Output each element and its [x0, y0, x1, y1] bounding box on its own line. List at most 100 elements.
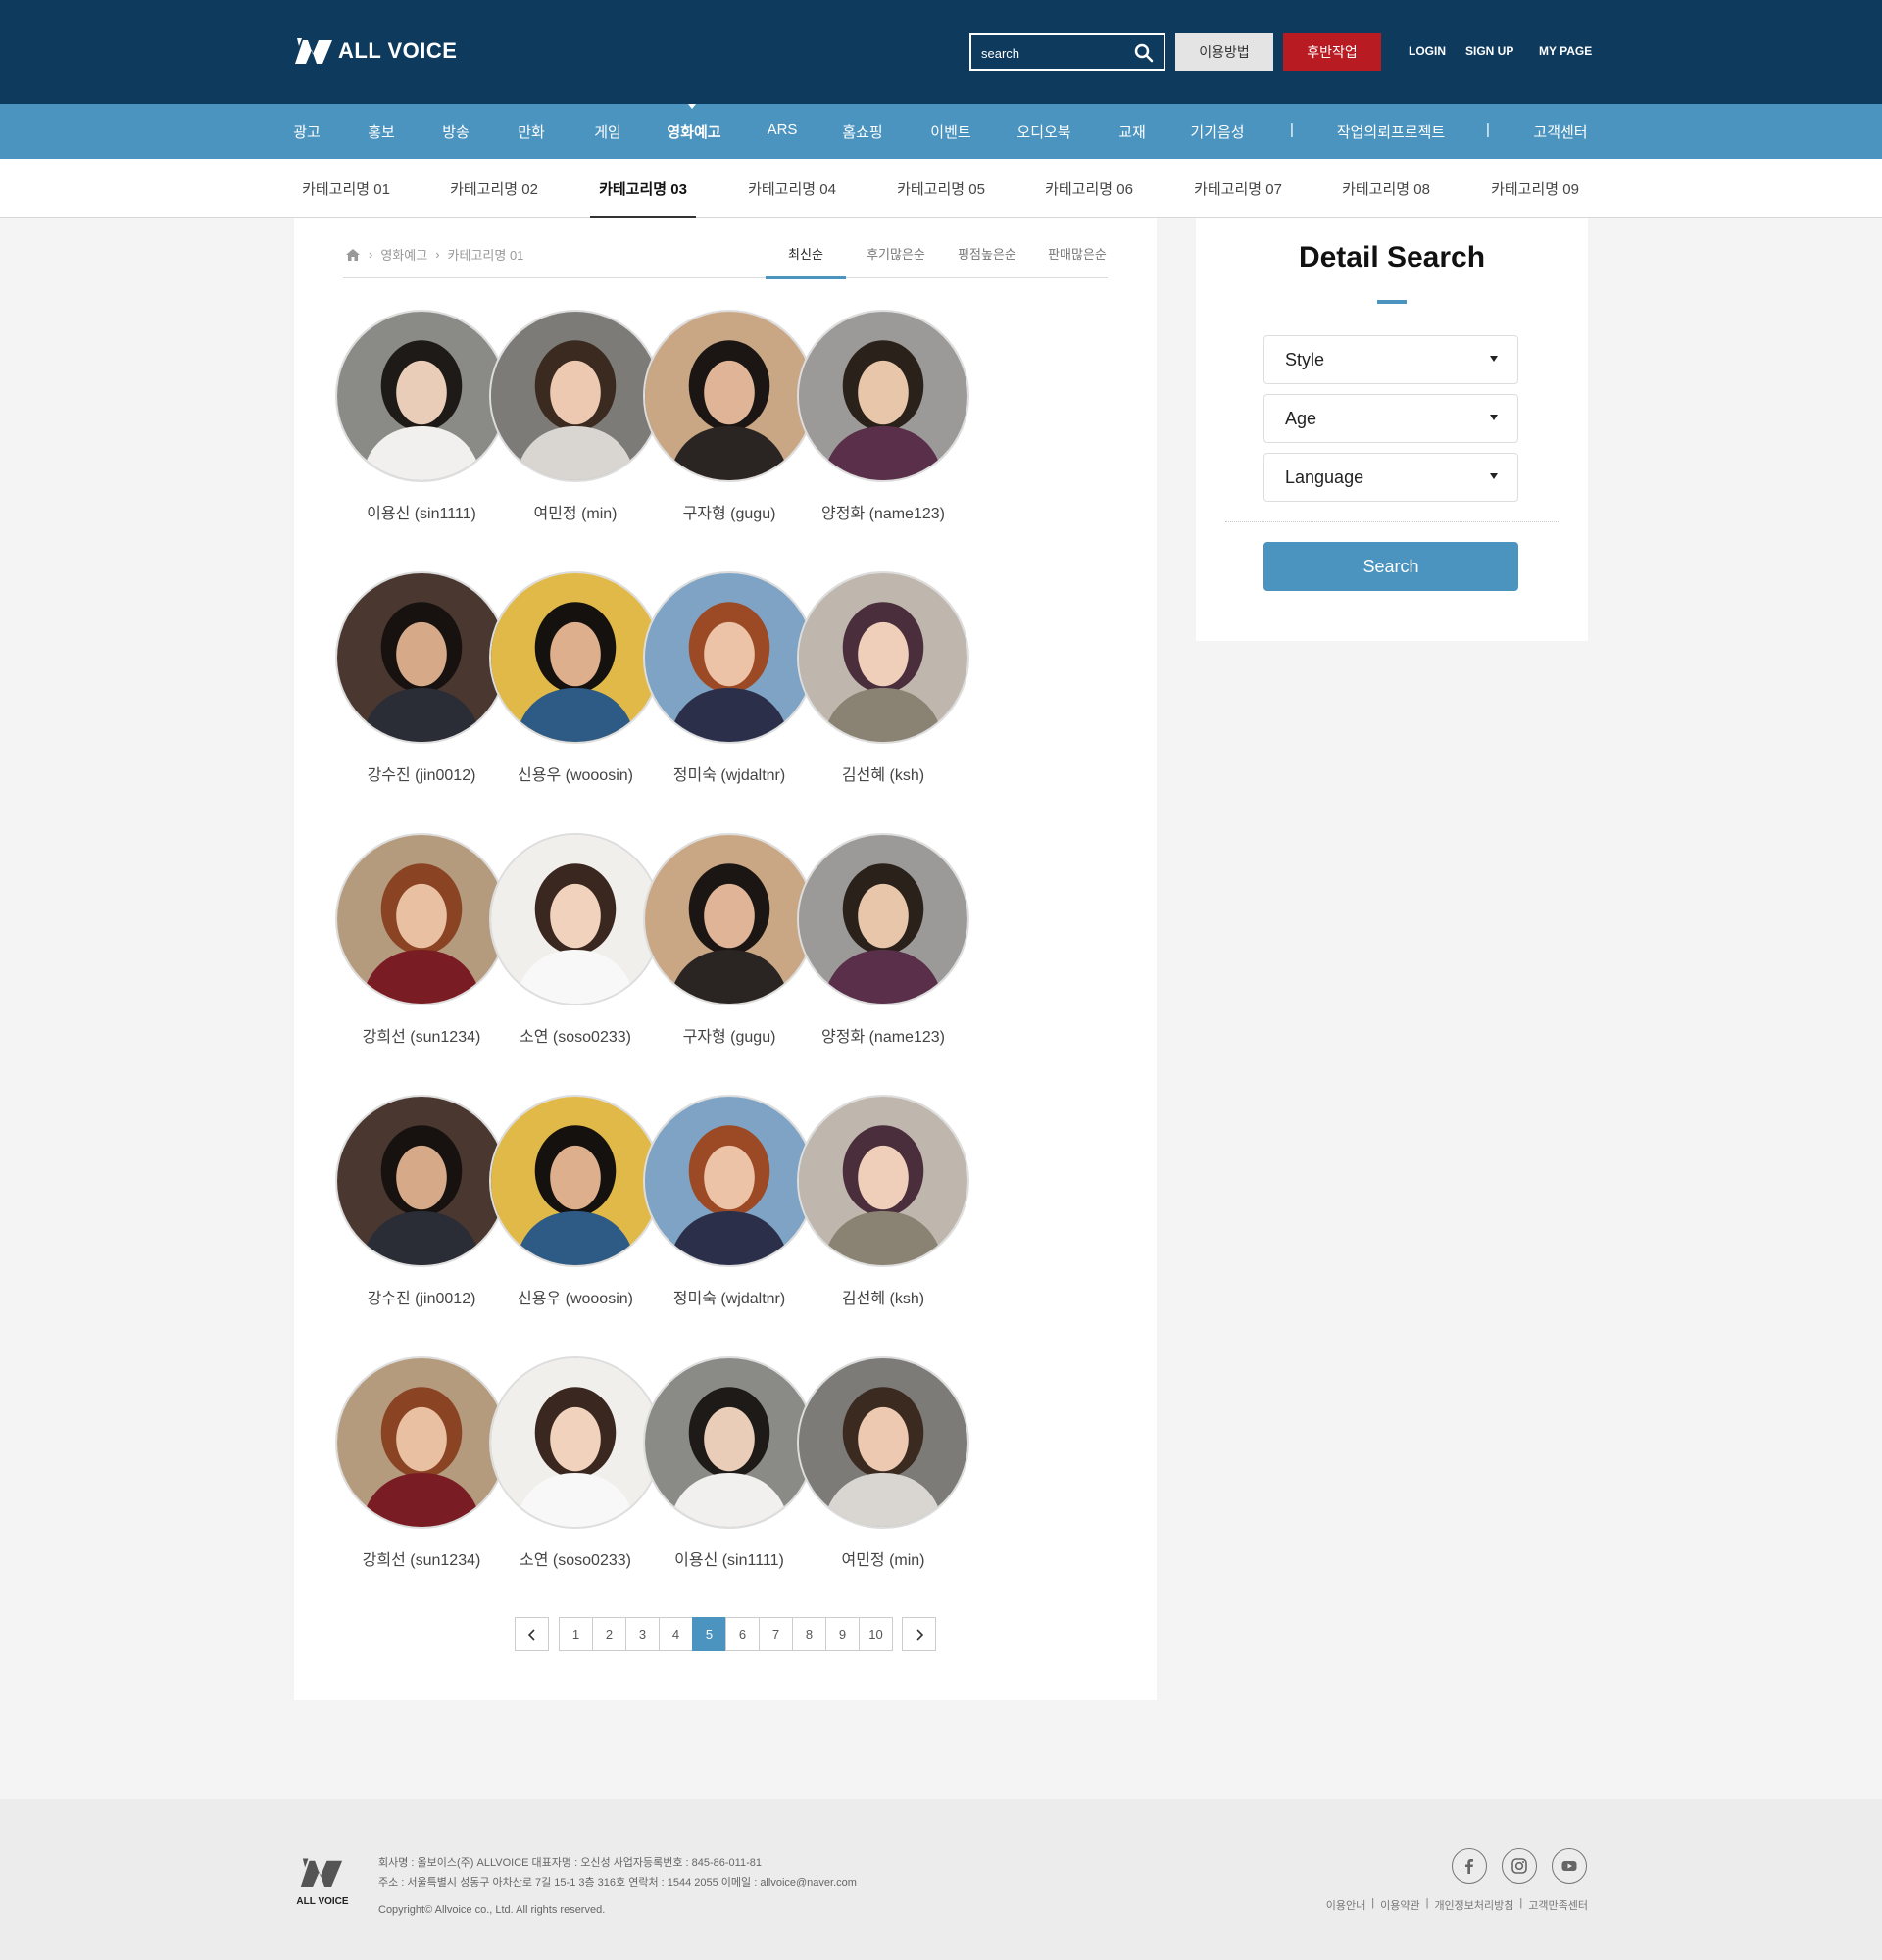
subnav-item-05[interactable]: 카테고리명 05 [897, 178, 985, 199]
voice-avatar[interactable] [335, 571, 508, 744]
voice-card[interactable]: 구자형 (gugu) [641, 310, 817, 523]
voice-avatar[interactable] [335, 310, 508, 482]
nav-item-promo[interactable]: 홍보 [368, 122, 395, 142]
nav-item-audiobook[interactable]: 오디오북 [1016, 122, 1070, 142]
voice-name[interactable]: 강희선 (sun1234) [333, 1546, 510, 1570]
page-button[interactable]: 2 [592, 1617, 626, 1651]
voice-card[interactable]: 이용신 (sin1111) [641, 1356, 817, 1570]
voice-card[interactable]: 강희선 (sun1234) [333, 833, 510, 1047]
page-button[interactable]: 6 [725, 1617, 760, 1651]
nav-item-ad[interactable]: 광고 [293, 122, 321, 142]
breadcrumb-level1[interactable]: 영화예고 [380, 245, 427, 264]
language-select[interactable]: Language [1263, 453, 1518, 502]
voice-name[interactable]: 소연 (soso0233) [487, 1546, 664, 1570]
voice-card[interactable]: 정미숙 (wjdaltnr) [641, 1095, 817, 1308]
nav-item-homeshopping[interactable]: 홈쇼핑 [842, 122, 882, 142]
breadcrumb-level2[interactable]: 카테고리명 01 [448, 245, 524, 264]
nav-item-device-voice[interactable]: 기기음성 [1190, 122, 1244, 142]
footer-link-privacy[interactable]: 개인정보처리방침 [1434, 1897, 1513, 1913]
voice-avatar[interactable] [797, 571, 969, 744]
sort-most-reviews[interactable]: 후기많은순 [867, 244, 925, 263]
nav-item-ars[interactable]: ARS [768, 122, 798, 138]
page-button[interactable]: 5 [692, 1617, 726, 1651]
prev-page-button[interactable] [515, 1617, 549, 1651]
voice-card[interactable]: 정미숙 (wjdaltnr) [641, 571, 817, 785]
page-button[interactable]: 4 [659, 1617, 693, 1651]
voice-avatar[interactable] [643, 1356, 816, 1529]
voice-avatar[interactable] [489, 833, 662, 1005]
nav-item-event[interactable]: 이벤트 [930, 122, 970, 142]
nav-item-project-request[interactable]: 작업의뢰프로젝트 [1337, 122, 1445, 142]
voice-card[interactable]: 양정화 (name123) [795, 833, 971, 1047]
style-select[interactable]: Style [1263, 335, 1518, 384]
next-page-button[interactable] [902, 1617, 936, 1651]
nav-item-customer-center[interactable]: 고객센터 [1533, 122, 1587, 142]
logo[interactable]: ALL VOICE [293, 33, 457, 69]
voice-avatar[interactable] [643, 571, 816, 744]
voice-card[interactable]: 소연 (soso0233) [487, 1356, 664, 1570]
page-button[interactable]: 8 [792, 1617, 826, 1651]
voice-card[interactable]: 김선혜 (ksh) [795, 571, 971, 785]
guide-button[interactable]: 이용방법 [1175, 33, 1273, 71]
voice-name[interactable]: 신용우 (wooosin) [487, 1285, 664, 1308]
voice-name[interactable]: 신용우 (wooosin) [487, 761, 664, 785]
nav-item-textbook[interactable]: 교재 [1118, 122, 1146, 142]
voice-card[interactable]: 강희선 (sun1234) [333, 1356, 510, 1570]
voice-card[interactable]: 소연 (soso0233) [487, 833, 664, 1047]
voice-card[interactable]: 이용신 (sin1111) [333, 310, 510, 523]
voice-name[interactable]: 소연 (soso0233) [487, 1023, 664, 1047]
voice-card[interactable]: 여민정 (min) [795, 1356, 971, 1570]
subnav-item-03[interactable]: 카테고리명 03 [599, 178, 687, 199]
voice-name[interactable]: 강수진 (jin0012) [333, 761, 510, 785]
nav-item-broadcast[interactable]: 방송 [442, 122, 470, 142]
voice-avatar[interactable] [643, 833, 816, 1005]
voice-avatar[interactable] [489, 310, 662, 482]
voice-card[interactable]: 신용우 (wooosin) [487, 571, 664, 785]
voice-card[interactable]: 양정화 (name123) [795, 310, 971, 523]
subnav-item-08[interactable]: 카테고리명 08 [1342, 178, 1430, 199]
page-button[interactable]: 10 [859, 1617, 893, 1651]
voice-avatar[interactable] [797, 310, 969, 482]
youtube-button[interactable] [1552, 1848, 1587, 1884]
voice-avatar[interactable] [489, 571, 662, 744]
detail-search-button[interactable]: Search [1263, 542, 1518, 591]
subnav-item-04[interactable]: 카테고리명 04 [748, 178, 836, 199]
footer-link-satisfaction[interactable]: 고객만족센터 [1528, 1897, 1588, 1913]
facebook-button[interactable] [1452, 1848, 1487, 1884]
post-production-button[interactable]: 후반작업 [1283, 33, 1381, 71]
voice-name[interactable]: 김선혜 (ksh) [795, 1285, 971, 1308]
voice-avatar[interactable] [489, 1356, 662, 1529]
sort-latest[interactable]: 최신순 [788, 244, 823, 263]
voice-avatar[interactable] [335, 1095, 508, 1267]
sort-highest-rating[interactable]: 평점높은순 [958, 244, 1016, 263]
voice-name[interactable]: 구자형 (gugu) [641, 500, 817, 523]
voice-name[interactable]: 이용신 (sin1111) [333, 500, 510, 523]
nav-item-comics[interactable]: 만화 [518, 122, 545, 142]
voice-name[interactable]: 강수진 (jin0012) [333, 1285, 510, 1308]
voice-name[interactable]: 양정화 (name123) [795, 500, 971, 523]
voice-name[interactable]: 이용신 (sin1111) [641, 1546, 817, 1570]
voice-name[interactable]: 여민정 (min) [487, 500, 664, 523]
subnav-item-09[interactable]: 카테고리명 09 [1491, 178, 1579, 199]
subnav-item-01[interactable]: 카테고리명 01 [302, 178, 390, 199]
voice-name[interactable]: 양정화 (name123) [795, 1023, 971, 1047]
login-link[interactable]: LOGIN [1409, 44, 1446, 58]
nav-item-game[interactable]: 게임 [594, 122, 621, 142]
voice-avatar[interactable] [335, 833, 508, 1005]
signup-link[interactable]: SIGN UP [1465, 44, 1513, 58]
footer-link-terms[interactable]: 이용약관 [1380, 1897, 1419, 1913]
footer-link-guide[interactable]: 이용안내 [1326, 1897, 1365, 1913]
voice-avatar[interactable] [797, 833, 969, 1005]
voice-card[interactable]: 강수진 (jin0012) [333, 571, 510, 785]
page-button[interactable]: 1 [559, 1617, 593, 1651]
page-button[interactable]: 9 [825, 1617, 860, 1651]
search-input[interactable] [981, 43, 1128, 63]
voice-name[interactable]: 구자형 (gugu) [641, 1023, 817, 1047]
sort-most-sales[interactable]: 판매많은순 [1048, 244, 1107, 263]
age-select[interactable]: Age [1263, 394, 1518, 443]
page-button[interactable]: 7 [759, 1617, 793, 1651]
voice-avatar[interactable] [643, 1095, 816, 1267]
voice-card[interactable]: 강수진 (jin0012) [333, 1095, 510, 1308]
voice-name[interactable]: 정미숙 (wjdaltnr) [641, 761, 817, 785]
voice-avatar[interactable] [643, 310, 816, 482]
